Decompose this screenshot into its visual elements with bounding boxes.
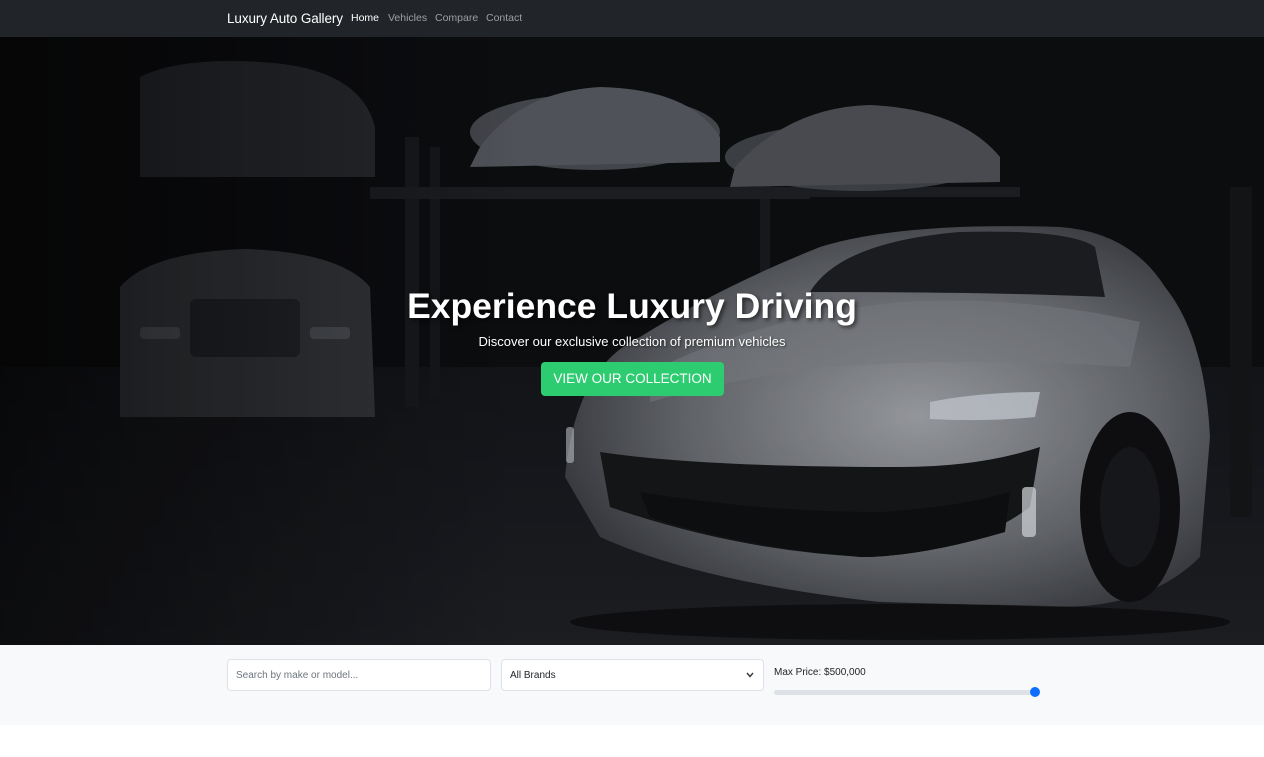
filter-bar: All Brands Max Price: $500,000 <box>0 645 1264 725</box>
max-price-slider[interactable] <box>774 686 1040 698</box>
hero-subtitle: Discover our exclusive collection of pre… <box>478 334 786 349</box>
brand-logo[interactable]: Luxury Auto Gallery <box>227 10 343 27</box>
nav-link-compare[interactable]: Compare <box>435 12 478 25</box>
slider-thumb[interactable] <box>1030 687 1040 697</box>
hero-title: Experience Luxury Driving <box>407 286 857 326</box>
brand-select-value: All Brands <box>510 670 556 681</box>
navbar: Luxury Auto Gallery Home Vehicles Compar… <box>0 0 1264 37</box>
search-input[interactable] <box>227 659 491 691</box>
nav-link-home[interactable]: Home <box>351 12 379 25</box>
chevron-down-icon <box>746 672 754 678</box>
hero-section: Experience Luxury Driving Discover our e… <box>0 37 1264 645</box>
brand-select[interactable]: All Brands <box>501 659 764 691</box>
slider-track[interactable] <box>774 690 1038 695</box>
max-price-label: Max Price: $500,000 <box>774 667 866 678</box>
nav-link-vehicles[interactable]: Vehicles <box>388 12 427 25</box>
nav-link-contact[interactable]: Contact <box>486 12 522 25</box>
view-collection-button[interactable]: VIEW OUR COLLECTION <box>541 362 724 396</box>
